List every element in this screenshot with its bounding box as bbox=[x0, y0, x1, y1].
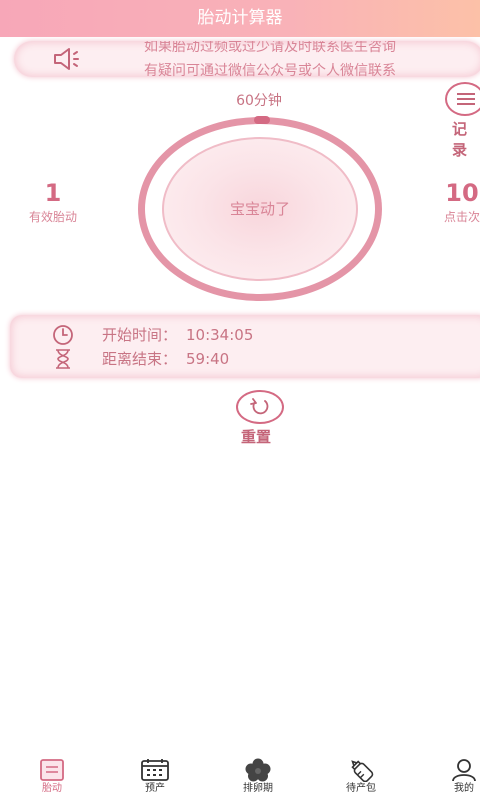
remaining-time-value: 59:40 bbox=[186, 350, 230, 368]
click-count-stat: 10 点击次 bbox=[432, 178, 480, 226]
app-header: 胎动计算器 bbox=[0, 0, 480, 37]
record-button[interactable] bbox=[445, 82, 480, 116]
tap-label[interactable]: 宝宝动了 bbox=[138, 197, 382, 221]
reset-button[interactable] bbox=[236, 390, 284, 424]
reset-icon bbox=[250, 398, 269, 415]
tab-label: 胎动 bbox=[42, 783, 62, 794]
list-icon-bar bbox=[457, 98, 475, 100]
duration-label: 60分钟 bbox=[236, 93, 282, 109]
calendar-icon bbox=[141, 759, 169, 781]
effective-label: 有效胎动 bbox=[28, 210, 77, 224]
click-count: 10 bbox=[445, 179, 479, 207]
notice-bar: 如果胎动过频或过少请及时联系医生咨询 有疑问可通过微信公众号或个人微信联系 bbox=[14, 41, 480, 77]
click-label: 点击次 bbox=[443, 210, 480, 224]
speaker-icon bbox=[54, 48, 79, 70]
hourglass-icon bbox=[56, 349, 70, 369]
start-time-label: 开始时间： bbox=[102, 326, 178, 344]
record-label[interactable]: 记录 bbox=[452, 118, 480, 160]
kick-tap-button[interactable]: 宝宝动了 bbox=[138, 116, 382, 301]
tab-hospital-bag[interactable]: 待产包 bbox=[326, 754, 396, 800]
flower-icon bbox=[245, 758, 271, 782]
tab-ovulation[interactable]: 排卵期 bbox=[223, 754, 293, 800]
bottom-tab-bar: 胎动 预产 排卵期 待产包 我的 bbox=[0, 754, 480, 800]
tab-fetal-movement[interactable]: 胎动 bbox=[17, 754, 87, 800]
progress-knob bbox=[254, 116, 270, 124]
baby-bottle-icon bbox=[351, 760, 374, 782]
remaining-time-label: 距离结束： bbox=[102, 350, 178, 368]
tab-label: 我的 bbox=[454, 783, 474, 794]
effective-movements-stat: 1 有效胎动 bbox=[18, 178, 88, 226]
notice-text: 如果胎动过频或过少请及时联系医生咨询 有疑问可通过微信公众号或个人微信联系 bbox=[144, 41, 474, 77]
notice-line-2: 有疑问可通过微信公众号或个人微信联系 bbox=[144, 63, 396, 77]
tab-label: 待产包 bbox=[346, 783, 376, 794]
tab-profile[interactable]: 我的 bbox=[429, 754, 480, 800]
tab-label: 预产 bbox=[145, 783, 165, 794]
clipboard-icon bbox=[40, 759, 64, 781]
list-icon-bar bbox=[457, 93, 475, 95]
start-time-value: 10:34:05 bbox=[186, 326, 254, 344]
reset-label[interactable]: 重置 bbox=[241, 426, 271, 447]
user-icon bbox=[452, 759, 476, 782]
clock-icon bbox=[53, 325, 73, 345]
tab-label: 排卵期 bbox=[243, 783, 273, 794]
page-title: 胎动计算器 bbox=[197, 8, 283, 28]
effective-count: 1 bbox=[44, 179, 62, 207]
tab-due-date[interactable]: 预产 bbox=[120, 754, 190, 800]
notice-line-1: 如果胎动过频或过少请及时联系医生咨询 bbox=[144, 41, 396, 55]
list-icon-bar bbox=[457, 103, 475, 105]
time-info-card: 开始时间： 10:34:05 距离结束： 59:40 bbox=[10, 315, 480, 378]
